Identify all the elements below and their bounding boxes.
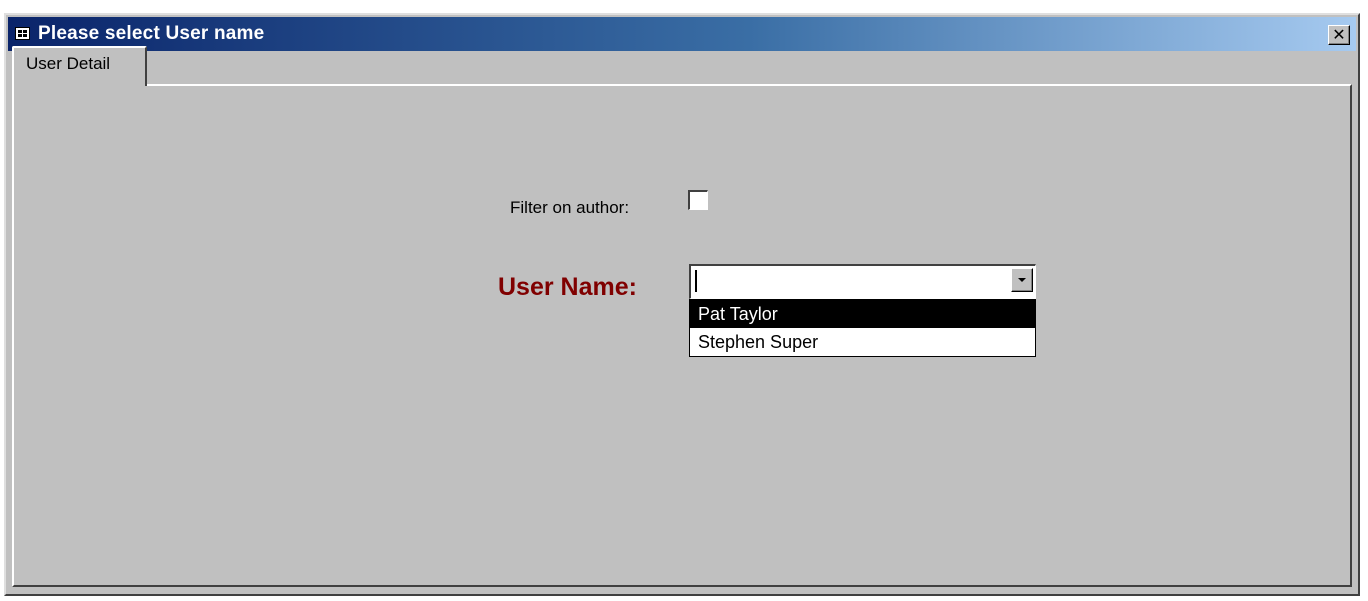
dropdown-button[interactable] <box>1011 268 1033 292</box>
tab-label: User Detail <box>26 54 111 73</box>
window-title: Please select User name <box>38 23 265 44</box>
filter-on-author-checkbox[interactable] <box>688 190 708 210</box>
title-bar[interactable]: Please select User name ✕ <box>8 17 1356 51</box>
form-icon <box>15 27 30 40</box>
tab-panel <box>12 84 1352 587</box>
filter-on-author-label: Filter on author: <box>510 198 630 217</box>
tab-user-detail[interactable]: User Detail <box>12 46 147 86</box>
close-icon: ✕ <box>1332 25 1346 44</box>
user-name-label: User Name: <box>498 273 637 301</box>
user-name-dropdown-list: Pat Taylor Stephen Super <box>689 299 1036 357</box>
dropdown-option-pat-taylor[interactable]: Pat Taylor <box>690 300 1035 328</box>
text-caret <box>695 270 697 292</box>
user-name-combobox[interactable] <box>689 264 1036 299</box>
dropdown-option-stephen-super[interactable]: Stephen Super <box>690 328 1035 356</box>
close-button[interactable]: ✕ <box>1328 25 1350 45</box>
chevron-down-icon <box>1018 278 1026 282</box>
